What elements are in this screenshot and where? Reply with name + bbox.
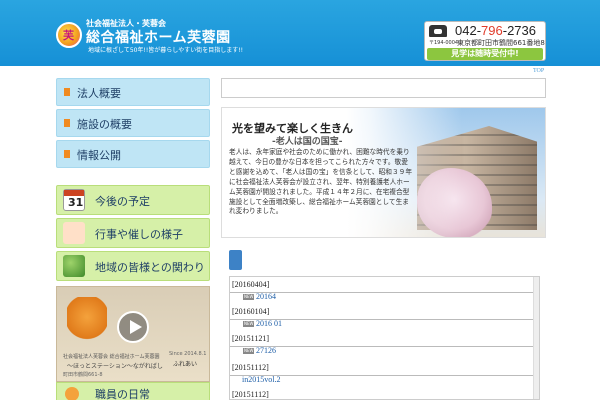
video-caption: 〜ほっとステーション〜ながればし	[67, 363, 163, 370]
news-item[interactable]: [20151121] NEW 27126	[230, 334, 533, 364]
nav-item-overview[interactable]: 法人概要	[56, 78, 210, 106]
news-date: [20151121]	[232, 334, 270, 343]
phone-prefix: 042-	[455, 23, 482, 38]
play-icon[interactable]	[117, 311, 149, 343]
tree-illustration	[67, 297, 107, 347]
new-badge: NEW	[243, 321, 255, 327]
side-label: 行事や催しの様子	[95, 228, 183, 241]
news-tab[interactable]	[229, 250, 242, 270]
search-input[interactable]	[221, 78, 546, 98]
hero-banner: 光を望みて楽しく生きん -老人は国の国宝- 老人は、永年家庭や社会のために働かれ…	[221, 107, 546, 238]
video-caption: ふれあい	[173, 361, 198, 368]
news-item[interactable]: [20160404] NEW 20164	[230, 280, 533, 310]
logo-icon[interactable]: 芙	[56, 22, 82, 48]
phone-number: 042-796-2736	[455, 23, 536, 38]
nav-label: 法人概要	[77, 87, 121, 100]
video-caption: 社会福祉法人芙蓉会 総合福祉ホーム芙蓉園	[63, 354, 160, 360]
site-header: 芙 社会福祉法人・芙蓉会 総合福祉ホーム芙蓉園 地域に根ざして50年!!皆が暮ら…	[0, 0, 600, 66]
news-item[interactable]: [20151112]	[230, 390, 533, 399]
hero-subtitle: -老人は国の国宝-	[272, 137, 343, 147]
nav-label: 施設の概要	[77, 118, 132, 131]
site-title[interactable]: 総合福祉ホーム芙蓉園	[86, 27, 231, 47]
hero-body: 老人は、永年家庭や社会のために働かれ、困難な時代を乗り越えて、今日の豊かな日本を…	[229, 148, 413, 216]
video-caption: Since 2014.8.1	[169, 351, 207, 357]
address: 東京都町田市鶴間661番地8	[457, 39, 545, 47]
news-title[interactable]: in2015vol.2	[242, 375, 280, 384]
news-date: [20160104]	[232, 307, 270, 316]
bullet-icon	[64, 119, 70, 127]
globe-icon	[63, 255, 85, 277]
nav-label: 情報公開	[77, 149, 121, 162]
calendar-icon: 31	[63, 189, 85, 211]
contact-box: 042-796-2736 〒194-0004 東京都町田市鶴間661番地8 見学…	[424, 21, 546, 61]
phone-suffix: -2736	[502, 23, 536, 38]
news-title[interactable]: 20164	[256, 292, 276, 301]
zip-code: 〒194-0004	[429, 40, 459, 46]
side-item-community[interactable]: 地域の皆様との関わり	[56, 251, 210, 281]
video-thumbnail[interactable]: 社会福祉法人芙蓉会 総合福祉ホーム芙蓉園 〜ほっとステーション〜ながればし Si…	[56, 286, 210, 382]
logo-mark: 芙	[63, 30, 74, 42]
bullet-icon	[64, 88, 70, 96]
side-label: 今後の予定	[95, 195, 150, 208]
person-icon	[63, 222, 85, 244]
news-date: [20160404]	[232, 280, 270, 289]
phone-highlight: 796	[481, 23, 503, 38]
scrollbar[interactable]	[533, 277, 539, 399]
new-badge: NEW	[243, 294, 255, 300]
side-item-events[interactable]: 行事や催しの様子	[56, 218, 210, 248]
visit-button[interactable]: 見学は随時受付中!	[427, 48, 543, 60]
nav-item-facility[interactable]: 施設の概要	[56, 109, 210, 137]
bullet-icon	[64, 150, 70, 158]
news-date: [20151112]	[232, 363, 269, 372]
new-badge: NEW	[243, 348, 255, 354]
calendar-day: 31	[68, 196, 84, 209]
phone-icon	[429, 25, 447, 37]
staff-icon	[65, 387, 79, 400]
top-link[interactable]: TOP	[533, 68, 544, 74]
side-label: 地域の皆様との関わり	[95, 261, 205, 274]
news-item[interactable]: [20151112] in2015vol.2	[230, 363, 533, 393]
site-tagline: 地域に根ざして50年!!皆が暮らしやすい街を目指します!!	[88, 47, 244, 54]
side-item-staff[interactable]: 職員の日常	[56, 382, 210, 400]
nav-item-disclosure[interactable]: 情報公開	[56, 140, 210, 168]
side-label: 職員の日常	[95, 388, 150, 400]
news-title[interactable]: 27126	[256, 346, 276, 355]
video-caption: 町田市鶴間661-8	[63, 372, 103, 378]
news-item[interactable]: [20160104] NEW 2016 01	[230, 307, 533, 337]
news-list: [20160404] NEW 20164 [20160104] NEW 2016…	[229, 276, 540, 400]
side-item-schedule[interactable]: 31 今後の予定	[56, 185, 210, 215]
news-title[interactable]: 2016 01	[256, 319, 282, 328]
news-date: [20151112]	[232, 390, 269, 399]
